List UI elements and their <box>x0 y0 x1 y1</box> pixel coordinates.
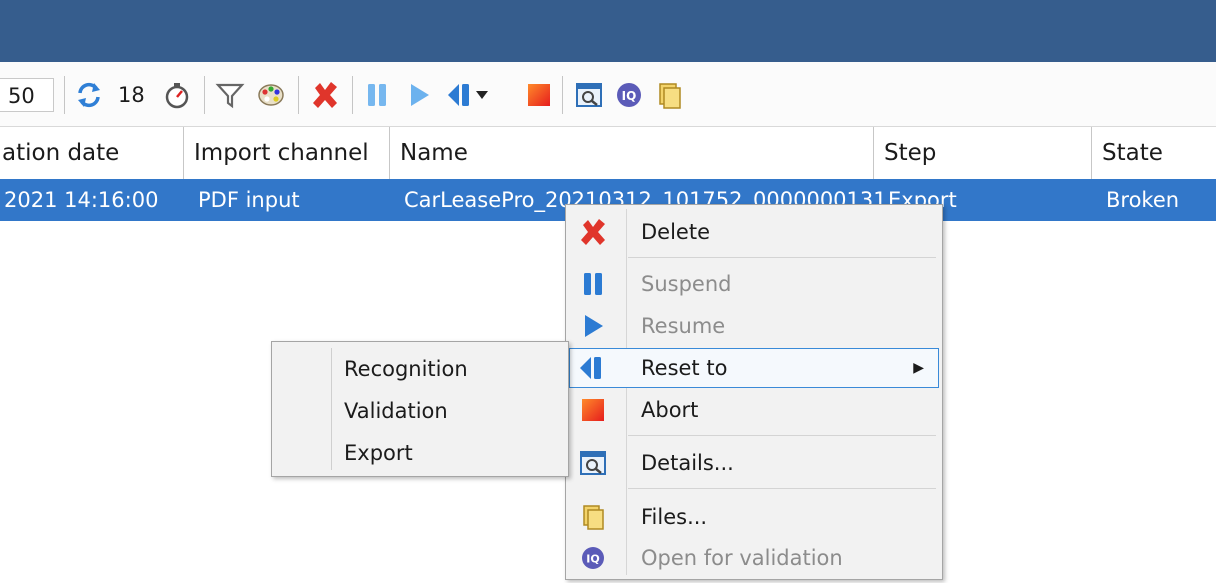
menu-item-label: Resume <box>641 314 726 338</box>
menu-item-label: Delete <box>641 220 710 244</box>
suspend-icon[interactable] <box>362 80 392 110</box>
cell-import-channel: PDF input <box>198 188 300 212</box>
menu-item-label: Open for validation <box>641 546 843 570</box>
cell-date: 2021 14:16:00 <box>4 188 159 212</box>
toolbar-separator <box>352 76 353 114</box>
menu-item-suspend[interactable]: Suspend <box>569 264 939 304</box>
column-header-import-channel[interactable]: Import channel <box>184 127 390 179</box>
toolbar: 50 18 IQ <box>0 62 1216 127</box>
menu-item-label: Files... <box>641 505 708 529</box>
menu-item-open-for-validation[interactable]: IQ Open for validation <box>569 538 939 578</box>
submenu-item-export[interactable]: Export <box>344 433 413 473</box>
cell-state: Broken <box>1106 188 1180 212</box>
menu-item-label: Suspend <box>641 272 732 296</box>
open-validation-icon: IQ <box>579 544 607 572</box>
menu-item-label: Reset to <box>641 356 728 380</box>
menu-separator <box>628 257 936 258</box>
submenu-arrow-icon: ▶ <box>913 360 924 376</box>
table-header: ation date Import channel Name Step Stat… <box>0 127 1216 180</box>
refresh-interval: 18 <box>118 83 145 107</box>
column-header-name[interactable]: Name <box>390 127 874 179</box>
suspend-icon <box>579 270 607 298</box>
menu-item-details[interactable]: Details... <box>569 443 939 483</box>
svg-text:IQ: IQ <box>622 89 637 103</box>
delete-icon <box>579 218 607 246</box>
files-icon <box>579 503 607 531</box>
menu-item-files[interactable]: Files... <box>569 497 939 537</box>
timer-icon[interactable] <box>162 80 192 110</box>
open-validation-icon[interactable]: IQ <box>614 80 644 110</box>
submenu-item-validation[interactable]: Validation <box>344 391 448 431</box>
menu-item-reset-to[interactable]: Reset to ▶ <box>569 348 939 388</box>
details-icon[interactable] <box>574 80 604 110</box>
chevron-down-icon[interactable] <box>474 80 490 110</box>
menu-item-resume[interactable]: Resume <box>569 306 939 346</box>
context-menu: Delete Suspend Resume Reset to ▶ Abort D… <box>565 204 943 580</box>
svg-text:IQ: IQ <box>586 553 599 566</box>
abort-icon[interactable] <box>524 80 554 110</box>
palette-icon[interactable] <box>256 80 286 110</box>
toolbar-separator <box>204 76 205 114</box>
files-icon[interactable] <box>654 80 684 110</box>
menu-item-label: Details... <box>641 451 734 475</box>
window-title-bar <box>0 0 1216 62</box>
toolbar-separator <box>298 76 299 114</box>
details-icon <box>579 449 607 477</box>
refresh-icon[interactable] <box>74 80 104 110</box>
menu-gutter <box>331 348 332 470</box>
filter-icon[interactable] <box>215 80 245 110</box>
resume-icon <box>579 312 607 340</box>
toolbar-separator <box>64 76 65 114</box>
resume-icon[interactable] <box>404 80 434 110</box>
submenu-item-recognition[interactable]: Recognition <box>344 349 468 389</box>
abort-icon <box>579 396 607 424</box>
menu-item-abort[interactable]: Abort <box>569 390 939 430</box>
column-header-state[interactable]: State <box>1092 127 1216 179</box>
delete-icon[interactable] <box>310 80 340 110</box>
menu-item-delete[interactable]: Delete <box>569 212 939 252</box>
reset-to-submenu: Recognition Validation Export <box>271 341 569 477</box>
menu-separator <box>628 435 936 436</box>
column-header-step[interactable]: Step <box>874 127 1092 179</box>
page-size-field[interactable]: 50 <box>0 78 54 112</box>
menu-item-label: Abort <box>641 398 699 422</box>
menu-separator <box>628 488 936 489</box>
reset-to-icon <box>579 354 607 382</box>
reset-to-icon[interactable] <box>446 80 476 110</box>
column-header-date[interactable]: ation date <box>0 127 184 179</box>
toolbar-separator <box>562 76 563 114</box>
